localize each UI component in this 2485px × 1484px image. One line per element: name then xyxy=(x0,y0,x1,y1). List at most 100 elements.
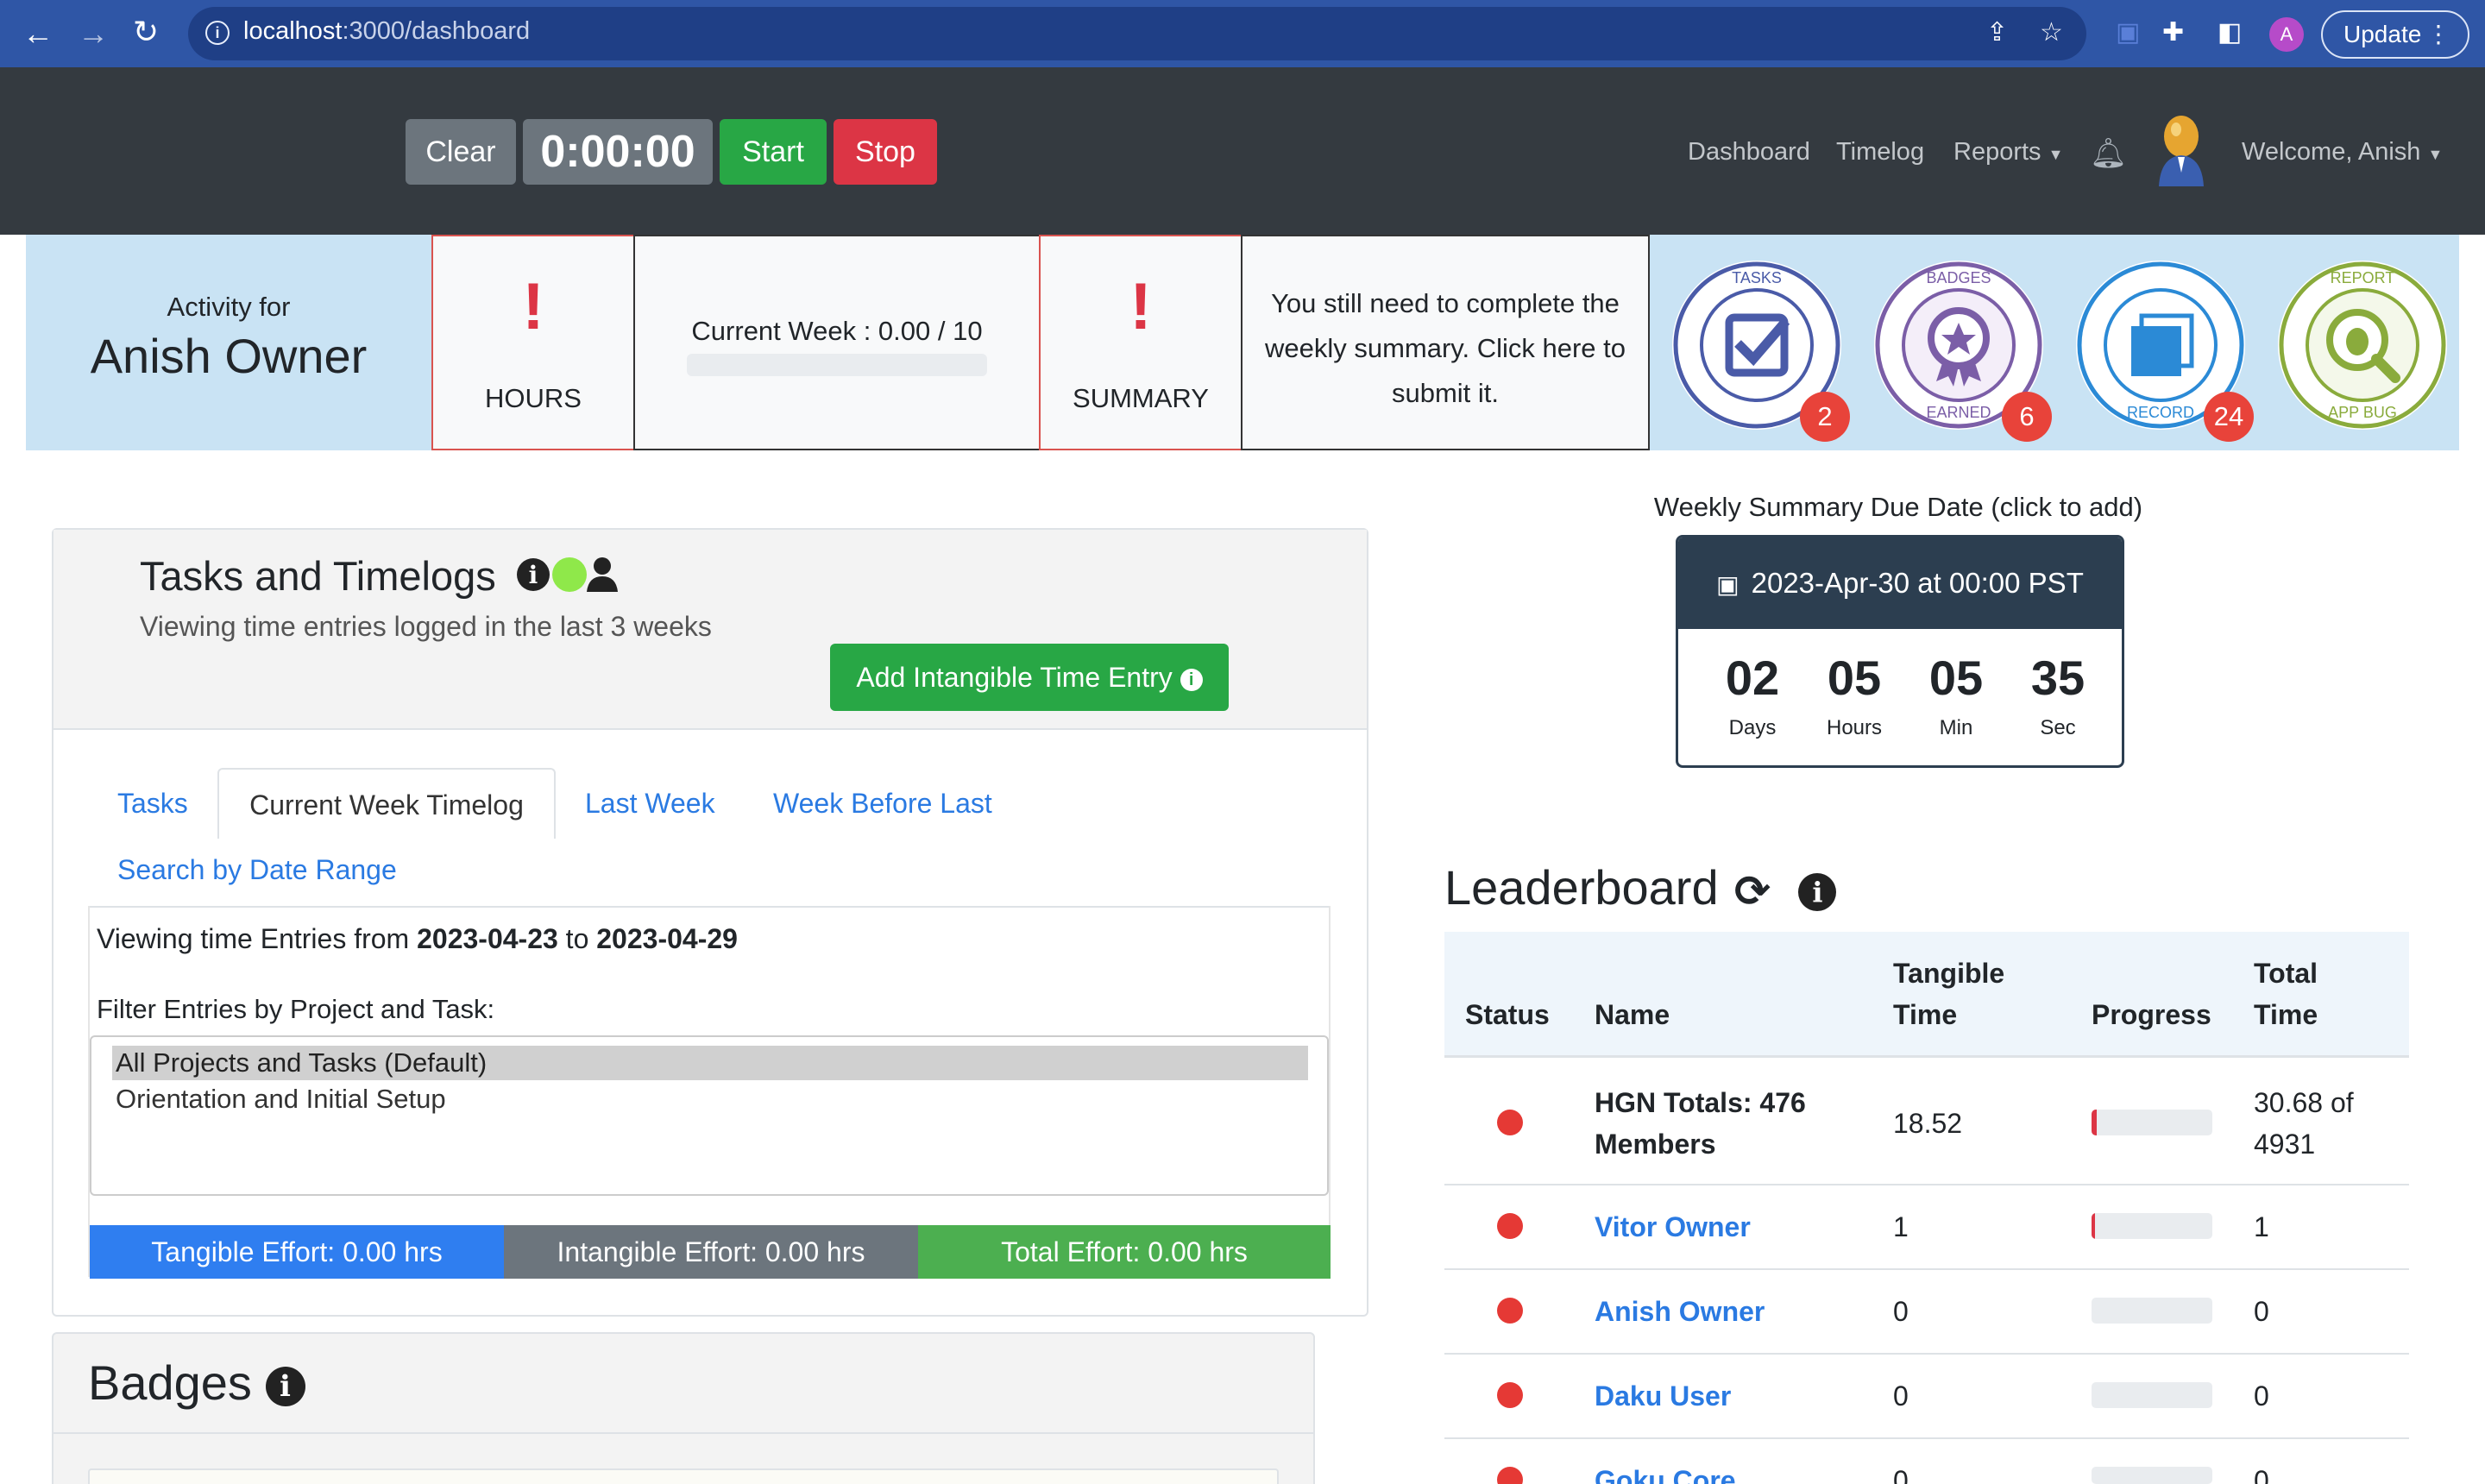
user-avatar[interactable] xyxy=(2155,112,2207,186)
activity-user-name: Anish Owner xyxy=(90,329,368,383)
summary-reminder-text: You still need to complete the weekly su… xyxy=(1264,288,1626,408)
extensions-puzzle-icon[interactable]: ✚ xyxy=(2162,17,2184,47)
timer-start-button[interactable]: Start xyxy=(720,119,827,185)
row-name-link[interactable]: Daku User xyxy=(1595,1380,1731,1412)
row-tangible: 0 xyxy=(1893,1296,1909,1327)
row-total: 1 xyxy=(2254,1211,2269,1242)
row-progress-bar xyxy=(2092,1213,2212,1239)
row-tangible: 18.52 xyxy=(1893,1108,1963,1139)
countdown-hours: 05 Hours xyxy=(1826,651,1883,739)
tab-tasks[interactable]: Tasks xyxy=(117,768,188,839)
status-dot xyxy=(1497,1467,1523,1484)
summary-label: SUMMARY xyxy=(1073,383,1209,413)
filter-option-orientation[interactable]: Orientation and Initial Setup xyxy=(112,1082,1308,1116)
current-week-progress xyxy=(687,354,987,376)
calendar-check-icon: ▣ xyxy=(1716,571,1740,598)
badges-earned-count: 6 xyxy=(2002,392,2052,442)
row-divider xyxy=(1444,1268,2409,1270)
due-date-label[interactable]: Weekly Summary Due Date (click to add) xyxy=(1467,492,2330,523)
badges-inner-panel xyxy=(88,1468,1279,1484)
report-bug-sublabel: APP BUG xyxy=(2328,404,2397,421)
due-date-header: ▣ 2023-Apr-30 at 00:00 PST xyxy=(1678,538,2122,629)
timer-clear-button[interactable]: Clear xyxy=(406,119,516,185)
timer-display: 0:00:00 xyxy=(523,119,713,185)
tasks-badge-label: TASKS xyxy=(1732,269,1782,286)
report-bug-badge[interactable]: REPORT APP BUG xyxy=(2278,261,2447,430)
tab-search-by-date-range[interactable]: Search by Date Range xyxy=(117,854,397,886)
site-info-icon[interactable]: i xyxy=(205,21,230,45)
row-name-link[interactable]: Vitor Owner xyxy=(1595,1211,1751,1243)
hours-alert-box[interactable]: ! HOURS xyxy=(431,235,635,450)
col-tangible-time[interactable]: Tangible Time xyxy=(1893,953,2004,1035)
status-dot xyxy=(1497,1110,1523,1135)
summary-reminder-box[interactable]: You still need to complete the weekly su… xyxy=(1241,235,1650,450)
current-week-text: Current Week : 0.00 / 10 xyxy=(691,316,983,346)
tab-last-week[interactable]: Last Week xyxy=(585,768,715,839)
row-divider xyxy=(1444,1184,2409,1185)
blue-square-sublabel: RECORD xyxy=(2127,404,2194,421)
exclamation-icon: ! xyxy=(522,270,544,343)
nav-reports[interactable]: Reports ▼ xyxy=(1953,138,2063,167)
notification-bell-icon[interactable]: 🔔︎ xyxy=(2090,136,2127,171)
filter-option-all[interactable]: All Projects and Tasks (Default) xyxy=(112,1046,1308,1080)
blue-square-count: 24 xyxy=(2204,392,2254,442)
forward-arrow-icon[interactable]: → xyxy=(78,16,109,52)
profile-avatar[interactable]: A xyxy=(2269,17,2304,52)
share-icon[interactable]: ⇪ xyxy=(1986,17,2008,47)
nav-dashboard[interactable]: Dashboard xyxy=(1688,138,1810,167)
info-icon[interactable]: i xyxy=(265,1367,305,1407)
row-total: 0 xyxy=(2254,1296,2269,1327)
row-progress-bar xyxy=(2092,1110,2212,1135)
svg-text:i: i xyxy=(529,561,538,589)
leaderboard-title: Leaderboard xyxy=(1444,860,1719,915)
status-dot xyxy=(1497,1213,1523,1239)
row-name-link[interactable]: Goku Core xyxy=(1595,1465,1736,1484)
back-arrow-icon[interactable]: ← xyxy=(22,16,53,52)
menu-dots-icon[interactable]: ⋮ xyxy=(2426,12,2450,57)
col-name[interactable]: Name xyxy=(1595,994,1670,1035)
caret-down-icon: ▼ xyxy=(2048,146,2064,163)
row-tangible: 1 xyxy=(1893,1211,1909,1242)
intangible-effort-bar: Intangible Effort: 0.00 hrs xyxy=(504,1225,918,1279)
update-button[interactable]: Update ⋮ xyxy=(2321,10,2469,59)
refresh-icon[interactable]: ⟳ xyxy=(1734,866,1777,916)
row-name-link[interactable]: Anish Owner xyxy=(1595,1296,1765,1328)
status-dot xyxy=(1497,1382,1523,1408)
report-bug-label: REPORT xyxy=(2331,269,2395,286)
tasks-badge-count: 2 xyxy=(1800,392,1850,442)
nav-welcome-menu[interactable]: Welcome, Anish ▼ xyxy=(2242,138,2443,167)
activity-label: Activity for xyxy=(167,292,291,322)
caret-down-icon: ▼ xyxy=(2427,146,2444,163)
bookmark-star-icon[interactable]: ☆ xyxy=(2040,17,2063,47)
row-total: 0 xyxy=(2254,1380,2269,1412)
hours-label: HOURS xyxy=(485,383,582,413)
due-date-countdown[interactable]: ▣ 2023-Apr-30 at 00:00 PST 02 Days 05 Hours… xyxy=(1676,535,2124,768)
timer-stop-button[interactable]: Stop xyxy=(834,119,937,185)
row-progress-bar xyxy=(2092,1467,2212,1484)
side-panel-icon[interactable]: ◧ xyxy=(2218,17,2242,47)
badges-divider xyxy=(53,1432,1313,1434)
row-divider xyxy=(1444,1437,2409,1439)
row-progress-bar xyxy=(2092,1382,2212,1408)
nav-timelog[interactable]: Timelog xyxy=(1836,138,1924,167)
reload-icon[interactable]: ↻ xyxy=(133,14,159,50)
tasks-title: Tasks and Timelogs xyxy=(140,553,496,599)
viewing-entries-text: Viewing time Entries from 2023-04-23 to … xyxy=(97,923,738,954)
add-intangible-time-button[interactable]: Add Intangible Time Entry i xyxy=(830,644,1229,711)
url-text[interactable]: localhost:3000/dashboard xyxy=(243,17,530,46)
extension-badge-icon[interactable]: ▣ xyxy=(2116,17,2140,47)
total-effort-bar: Total Effort: 0.00 hrs xyxy=(918,1225,1331,1279)
summary-alert-box[interactable]: ! SUMMARY xyxy=(1039,235,1242,450)
info-icon[interactable]: i xyxy=(1798,873,1837,911)
tab-current-week-timelog[interactable]: Current Week Timelog xyxy=(217,768,556,839)
col-progress[interactable]: Progress xyxy=(2092,994,2211,1035)
status-dot xyxy=(1497,1298,1523,1324)
filter-label: Filter Entries by Project and Task: xyxy=(97,994,495,1024)
tab-week-before-last[interactable]: Week Before Last xyxy=(773,768,992,839)
row-total: 0 xyxy=(2254,1465,2269,1484)
row-progress-bar xyxy=(2092,1298,2212,1324)
badges-title: Badges i xyxy=(88,1355,305,1411)
tasks-subtitle: Viewing time entries logged in the last … xyxy=(140,611,712,642)
col-total-time[interactable]: Total Time xyxy=(2254,953,2318,1035)
current-week-box: Current Week : 0.00 / 10 xyxy=(633,235,1041,450)
